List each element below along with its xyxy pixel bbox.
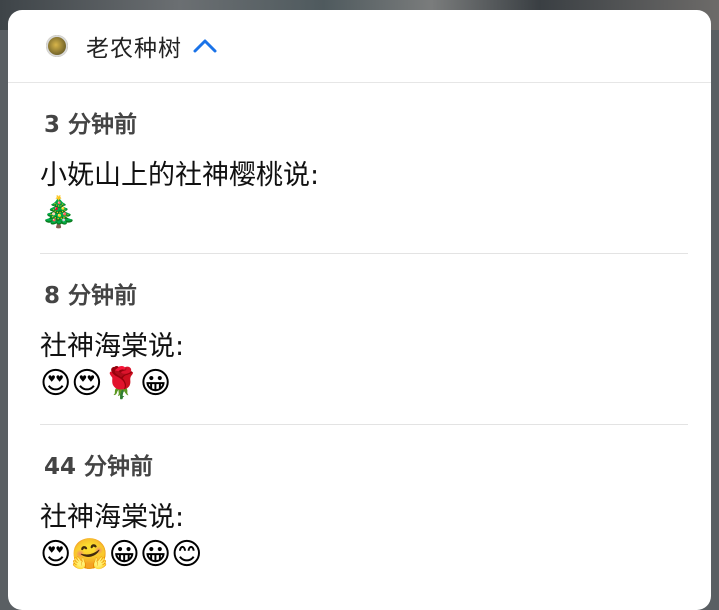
notification-card[interactable]: 老农种树 3 分钟前 小妩山上的社神樱桃说: 🎄 8 分钟前 社神海棠说: 😍😍… bbox=[8, 10, 711, 610]
notification-item[interactable]: 3 分钟前 小妩山上的社神樱桃说: 🎄 bbox=[40, 83, 688, 254]
notification-title: 社神海棠说: bbox=[40, 502, 185, 533]
app-name: 老农种树 bbox=[86, 36, 182, 62]
notification-time: 3 分钟前 bbox=[44, 112, 138, 138]
notification-body: 🎄 bbox=[40, 195, 78, 230]
notification-title: 小妩山上的社神樱桃说: bbox=[40, 160, 320, 191]
notification-title: 社神海棠说: bbox=[40, 331, 185, 362]
notification-item[interactable]: 44 分钟前 社神海棠说: 😍🤗😀😀😊 bbox=[40, 425, 688, 595]
notification-header[interactable]: 老农种树 bbox=[8, 10, 711, 83]
notification-body: 😍😍🌹😀 bbox=[40, 366, 172, 401]
notification-time: 8 分钟前 bbox=[44, 283, 138, 309]
chevron-up-icon[interactable] bbox=[192, 33, 218, 59]
app-logo-icon bbox=[46, 35, 68, 57]
notification-body: 😍🤗😀😀😊 bbox=[40, 537, 203, 572]
notification-item[interactable]: 8 分钟前 社神海棠说: 😍😍🌹😀 bbox=[40, 254, 688, 425]
notification-time: 44 分钟前 bbox=[44, 454, 154, 480]
